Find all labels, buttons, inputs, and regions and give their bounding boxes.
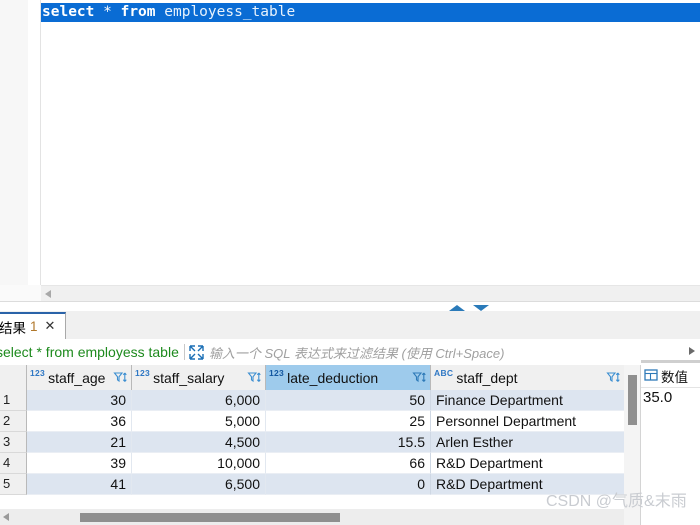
close-icon[interactable]: ✕ xyxy=(45,319,56,334)
results-filter-bar[interactable]: select * from employess table 输入一个 SQL 表… xyxy=(0,339,700,366)
type-badge-numeric-icon: 123 xyxy=(30,368,46,378)
sort-filter-icon[interactable] xyxy=(113,370,128,385)
filter-query-text[interactable]: select * from employess table xyxy=(0,344,179,360)
grid-horizontal-scrollbar[interactable] xyxy=(0,509,624,525)
row-number[interactable]: 4 xyxy=(0,453,27,474)
grid-vertical-scroll-thumb[interactable] xyxy=(628,375,637,425)
cell-late_deduction[interactable]: 15.5 xyxy=(266,432,431,453)
value-panel-divider xyxy=(641,360,700,363)
cell-late_deduction[interactable]: 25 xyxy=(266,411,431,432)
type-badge-numeric-icon: 123 xyxy=(269,368,285,378)
editor-bottom-divider xyxy=(0,301,700,302)
expand-arrows-icon[interactable] xyxy=(189,344,204,360)
sql-editor-pane[interactable]: select * from employess_table xyxy=(0,0,700,285)
tab-number: 1 xyxy=(30,319,38,334)
cell-staff_age[interactable]: 30 xyxy=(27,390,132,411)
column-header-staff_salary[interactable]: 123 staff_salary xyxy=(132,365,266,390)
sql-keyword-from: from xyxy=(120,4,156,20)
cell-staff_age[interactable]: 39 xyxy=(27,453,132,474)
value-panel-header: 数值 xyxy=(641,365,700,388)
column-header-label: staff_salary xyxy=(153,369,225,386)
value-panel-title: 数值 xyxy=(661,370,688,385)
cell-staff_dept[interactable]: R&D Department xyxy=(431,453,624,474)
grid-value-icon xyxy=(644,368,658,385)
column-header-late_deduction[interactable]: 123 late_deduction xyxy=(266,365,431,390)
type-badge-numeric-icon: 123 xyxy=(135,368,151,378)
cell-staff_salary[interactable]: 6,500 xyxy=(132,474,266,495)
column-header-label: late_deduction xyxy=(287,369,379,386)
table-row[interactable]: 5 41 6,500 0 R&D Department xyxy=(0,474,624,495)
filter-placeholder-text: 输入一个 SQL 表达式来过滤结果 (使用 Ctrl+Space) xyxy=(208,345,505,361)
sql-table-identifier: employess_table xyxy=(164,4,296,20)
column-header-label: staff_dept xyxy=(456,369,518,386)
scroll-left-arrow-icon[interactable] xyxy=(45,290,51,298)
row-number[interactable]: 5 xyxy=(0,474,27,495)
sql-editor-text-area[interactable]: select * from employess_table xyxy=(41,0,700,285)
cell-staff_dept[interactable]: Personnel Department xyxy=(431,411,624,432)
grid-vertical-scrollbar[interactable] xyxy=(624,365,640,525)
results-panel: 结果 1 ✕ select * from employess table 输入一… xyxy=(0,311,700,525)
column-header-staff_age[interactable]: 123 staff_age xyxy=(27,365,132,390)
cell-staff_age[interactable]: 41 xyxy=(27,474,132,495)
table-row[interactable]: 1 30 6,000 50 Finance Department xyxy=(0,390,624,411)
editor-horizontal-scrollbar[interactable] xyxy=(41,285,700,302)
grid-corner-cell[interactable] xyxy=(0,365,27,390)
type-badge-text-icon: ABC xyxy=(434,368,454,378)
result-grid[interactable]: 123 staff_age 123 staff_salary 123 late_… xyxy=(0,365,624,525)
table-row[interactable]: 2 36 5,000 25 Personnel Department xyxy=(0,411,624,432)
sort-filter-icon[interactable] xyxy=(606,370,621,385)
tab-result-1[interactable]: 结果 1 ✕ xyxy=(0,312,66,339)
editor-hscroll-left-cap xyxy=(0,285,41,301)
cell-staff_dept[interactable]: Arlen Esther xyxy=(431,432,624,453)
results-tab-bar: 结果 1 ✕ xyxy=(0,311,700,340)
table-row[interactable]: 3 21 4,500 15.5 Arlen Esther xyxy=(0,432,624,453)
editor-line-number-gutter xyxy=(28,0,41,285)
scroll-left-arrow-icon[interactable] xyxy=(3,513,9,521)
row-number[interactable]: 1 xyxy=(0,390,27,411)
value-viewer-panel: 数值 35.0 xyxy=(640,360,700,525)
cell-late_deduction[interactable]: 66 xyxy=(266,453,431,474)
table-row[interactable]: 4 39 10,000 66 R&D Department xyxy=(0,453,624,474)
chevron-right-icon[interactable] xyxy=(689,347,695,355)
cell-staff_salary[interactable]: 5,000 xyxy=(132,411,266,432)
cell-staff_salary[interactable]: 10,000 xyxy=(132,453,266,474)
cell-staff_dept[interactable]: R&D Department xyxy=(431,474,624,495)
row-number[interactable]: 3 xyxy=(0,432,27,453)
sort-filter-icon[interactable] xyxy=(412,370,427,385)
column-header-staff_dept[interactable]: ABC staff_dept xyxy=(431,365,624,390)
sql-star-token: * xyxy=(103,4,112,20)
column-header-label: staff_age xyxy=(48,369,106,386)
cell-staff_dept[interactable]: Finance Department xyxy=(431,390,624,411)
cell-staff_age[interactable]: 21 xyxy=(27,432,132,453)
grid-horizontal-scroll-thumb[interactable] xyxy=(80,513,340,522)
cell-staff_age[interactable]: 36 xyxy=(27,411,132,432)
row-number[interactable]: 2 xyxy=(0,411,27,432)
cell-late_deduction[interactable]: 0 xyxy=(266,474,431,495)
sql-keyword-select: select xyxy=(42,4,95,20)
result-grid-header-row: 123 staff_age 123 staff_salary 123 late_… xyxy=(0,365,624,391)
cell-staff_salary[interactable]: 4,500 xyxy=(132,432,266,453)
editor-annotation-ruler xyxy=(0,0,29,285)
value-panel-value[interactable]: 35.0 xyxy=(643,389,672,406)
cell-staff_salary[interactable]: 6,000 xyxy=(132,390,266,411)
tab-label: 结果 xyxy=(0,320,26,336)
result-grid-body[interactable]: 1 30 6,000 50 Finance Department 2 36 5,… xyxy=(0,390,624,525)
cell-late_deduction[interactable]: 50 xyxy=(266,390,431,411)
sql-statement-line[interactable]: select * from employess_table xyxy=(41,3,700,22)
sort-filter-icon[interactable] xyxy=(247,370,262,385)
filter-divider xyxy=(183,344,185,360)
dbeaver-sql-editor-window: select * from employess_table 结果 1 ✕ sel… xyxy=(0,0,700,525)
